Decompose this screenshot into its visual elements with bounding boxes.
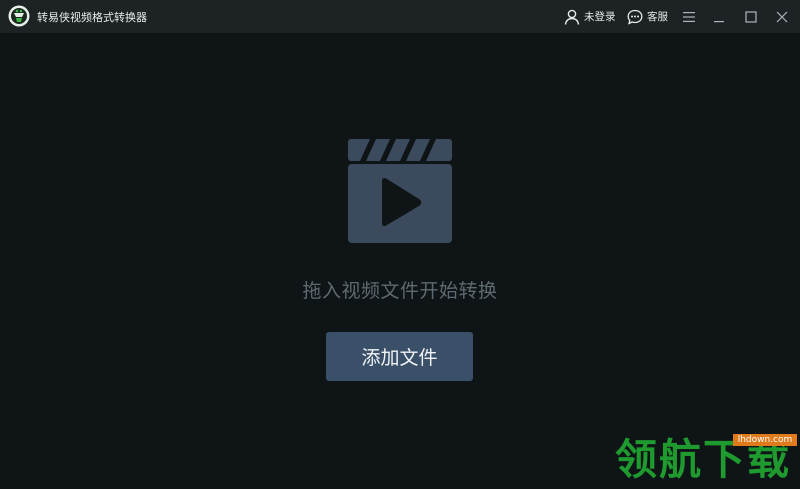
service-label: 客服 [647,11,668,23]
title-bar: 转易侠视频格式转换器 未登录 客服 [0,0,800,33]
app-window: 转易侠视频格式转换器 未登录 客服 拖入视频文件开始转换 添加文件 领航下载 l… [0,0,800,489]
hamburger-menu-icon [683,12,695,22]
site-watermark: 领航下载 lhdown.com [615,430,800,489]
close-button[interactable] [771,6,793,28]
close-icon [776,11,788,23]
customer-service-button[interactable]: 客服 [627,0,668,33]
minimize-icon [714,21,724,23]
app-logo-icon [8,5,30,27]
app-title: 转易侠视频格式转换器 [37,11,147,24]
add-file-button[interactable]: 添加文件 [326,332,473,381]
minimize-button[interactable] [708,6,730,28]
login-button[interactable]: 未登录 [564,0,616,33]
video-clapperboard-icon [348,139,452,243]
menu-button[interactable] [678,6,700,28]
file-drop-zone[interactable]: 拖入视频文件开始转换 添加文件 [0,33,800,489]
watermark-url: lhdown.com [733,434,797,446]
drop-hint-text: 拖入视频文件开始转换 [302,280,498,302]
chat-bubble-icon [627,9,643,25]
maximize-icon [745,11,757,23]
login-label: 未登录 [584,11,616,23]
maximize-button[interactable] [740,6,762,28]
user-icon [564,9,580,25]
